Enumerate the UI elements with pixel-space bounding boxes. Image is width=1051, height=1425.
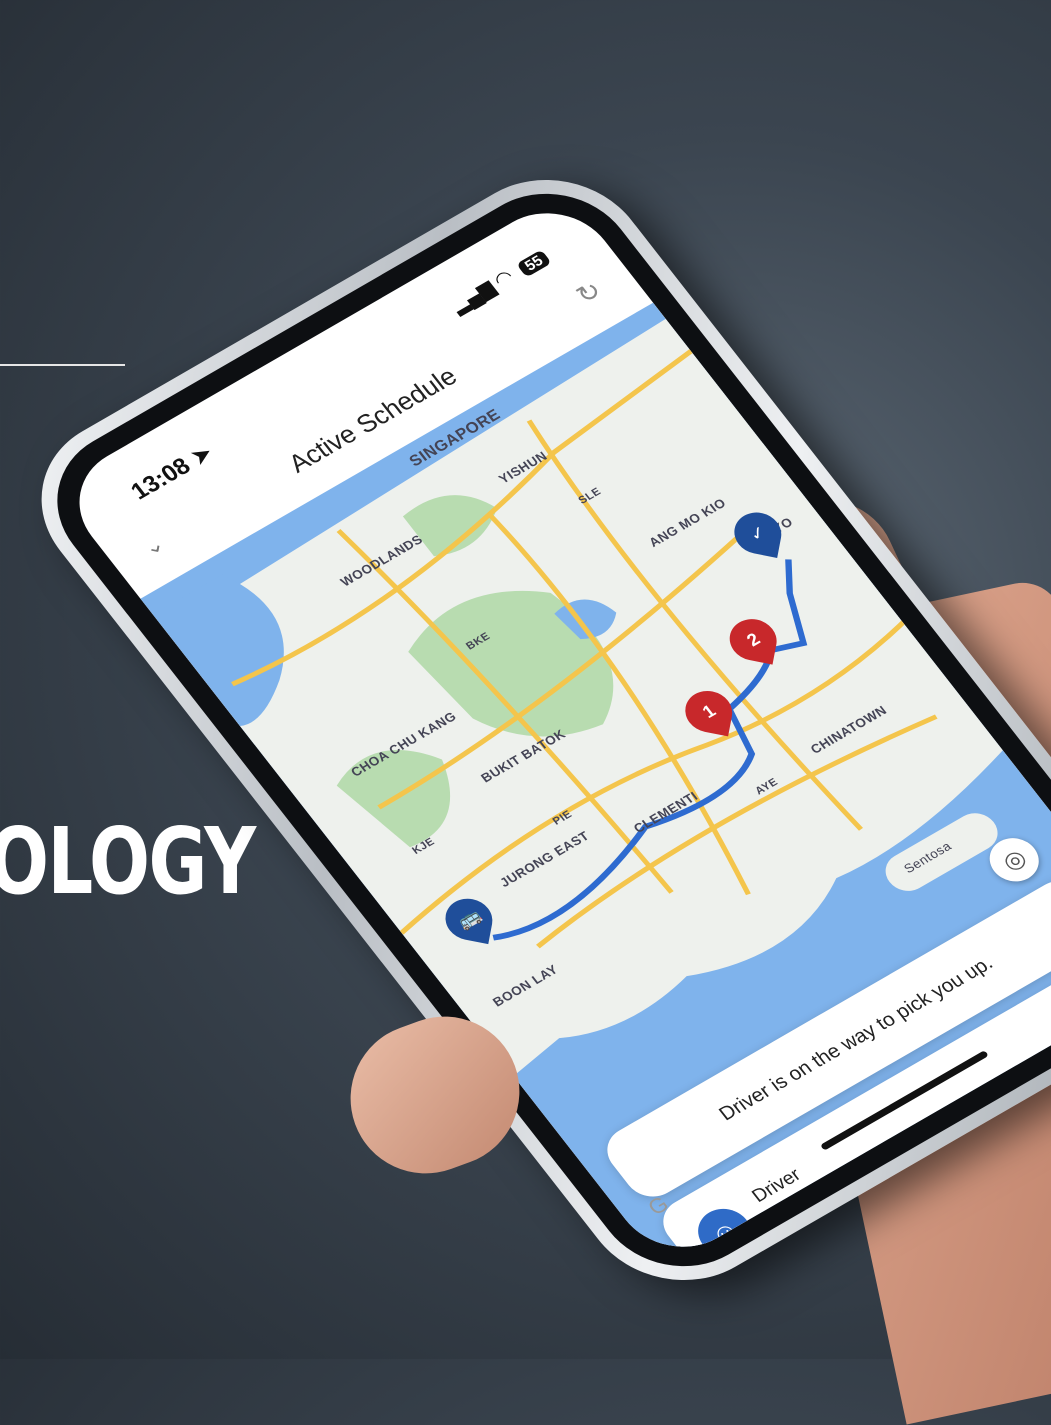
check-icon: ✓ [744,521,771,545]
headline-text: OLOGY [0,808,256,915]
battery-icon: 55 [516,249,552,278]
stop-number-2: 2 [742,628,764,650]
stop-number-1: 1 [697,700,719,722]
callout-line [0,364,125,366]
bus-icon: 🚌 [452,905,485,933]
phone: 13:08 ➤ ▂▄▆ ◠ 55 ⌄ Active Schedule ↻ SIN… [2,147,1051,1313]
